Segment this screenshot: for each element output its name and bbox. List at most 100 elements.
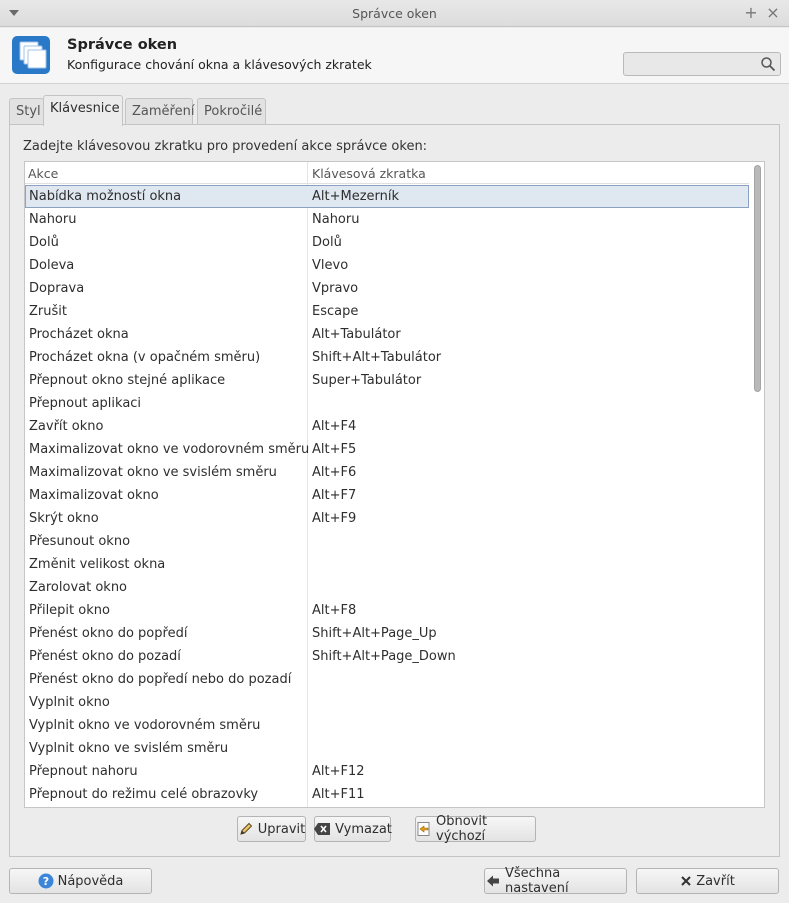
action-cell: Doleva: [29, 258, 75, 273]
shortcut-cell: Alt+F12: [312, 764, 365, 779]
tab-styl[interactable]: Styl: [9, 98, 44, 125]
action-cell: Maximalizovat okno: [29, 488, 159, 503]
shortcut-row[interactable]: Přepnout nahoru Alt+F12: [25, 760, 749, 783]
shortcut-cell: Shift+Alt+Page_Down: [312, 649, 456, 664]
action-cell: Vyplnit okno ve vodorovném směru: [29, 718, 261, 733]
action-cell: Nabídka možností okna: [29, 189, 182, 204]
action-cell: Přepnout okno stejné aplikace: [29, 373, 226, 388]
shortcut-row[interactable]: Přepnout aplikaci: [25, 392, 749, 415]
shortcut-row[interactable]: Doleva Vlevo: [25, 254, 749, 277]
close-icon: [681, 876, 691, 886]
action-cell: Přenést okno do popředí nebo do pozadí: [29, 672, 292, 687]
tab-klavesnice[interactable]: Klávesnice: [43, 95, 123, 126]
close-window-icon[interactable]: ×: [765, 4, 781, 22]
tab-zamereni[interactable]: Zaměření: [125, 98, 194, 125]
vertical-scrollbar[interactable]: [754, 165, 761, 392]
action-cell: Zrušit: [29, 304, 67, 319]
dialog-header: Správce oken Konfigurace chování okna a …: [0, 28, 789, 84]
list-header: Akce Klávesová zkratka: [25, 162, 749, 184]
action-cell: Procházet okna (v opačném směru): [29, 350, 261, 365]
shortcut-row[interactable]: Nahoru Nahoru: [25, 208, 749, 231]
window-title: Správce oken: [352, 6, 437, 21]
action-cell: Skrýt okno: [29, 511, 99, 526]
help-button-label: Nápověda: [57, 873, 124, 889]
pencil-icon: [240, 822, 252, 835]
shortcut-row[interactable]: Maximalizovat okno ve svislém směru Alt+F…: [25, 461, 749, 484]
pin-icon[interactable]: +: [743, 4, 759, 22]
shortcut-row[interactable]: Dolů Dolů: [25, 231, 749, 254]
window-titlebar: Správce oken + ×: [0, 0, 789, 27]
close-button-label: Zavřít: [696, 873, 735, 889]
shortcut-rows: Nabídka možností okna Alt+Mezerník Nahoru N…: [25, 185, 749, 806]
shortcut-cell: Alt+Tabulátor: [312, 327, 401, 342]
reset-defaults-button[interactable]: Obnovit výchozí: [415, 814, 536, 844]
shortcut-cell: Vpravo: [312, 281, 359, 296]
shortcut-cell: Shift+Alt+Page_Up: [312, 626, 437, 641]
shortcut-cell: Super+Tabulátor: [312, 373, 422, 388]
shortcut-row[interactable]: Skrýt okno Alt+F9: [25, 507, 749, 530]
shortcut-row[interactable]: Přilepit okno Alt+F8: [25, 599, 749, 622]
shortcut-row[interactable]: Přenést okno do pozadí Shift+Alt+Page_Dow…: [25, 645, 749, 668]
shortcut-row[interactable]: Vyplnit okno ve svislém směru: [25, 737, 749, 760]
backspace-icon: [314, 823, 331, 835]
shortcut-row[interactable]: Doprava Vpravo: [25, 277, 749, 300]
action-cell: Zarolovat okno: [29, 580, 128, 595]
revert-icon: [417, 822, 430, 836]
action-cell: Přepnout aplikaci: [29, 396, 142, 411]
shortcut-cell: Alt+F8: [312, 603, 357, 618]
search-icon[interactable]: [760, 56, 776, 72]
help-icon: ?: [38, 873, 54, 889]
all-settings-button[interactable]: Všechna nastavení: [484, 866, 627, 896]
shortcut-row[interactable]: Přesunout okno: [25, 530, 749, 553]
action-cell: Přepnout do režimu celé obrazovky: [29, 787, 259, 802]
shortcut-row[interactable]: Maximalizovat okno Alt+F7: [25, 484, 749, 507]
action-cell: Přenést okno do popředí: [29, 626, 188, 641]
action-cell: Nahoru: [29, 212, 77, 227]
shortcut-cell: Alt+F4: [312, 419, 357, 434]
action-cell: Přesunout okno: [29, 534, 131, 549]
action-cell: Dolů: [29, 235, 59, 250]
action-cell: Procházet okna: [29, 327, 129, 342]
shortcut-row[interactable]: Procházet okna (v opačném směru) Shift+Al…: [25, 346, 749, 369]
action-cell: Změnit velikost okna: [29, 557, 166, 572]
column-header-shortcut[interactable]: Klávesová zkratka: [312, 166, 426, 181]
shortcut-cell: Alt+F5: [312, 442, 357, 457]
edit-button-label: Upravit: [257, 821, 306, 837]
shortcut-row[interactable]: Procházet okna Alt+Tabulátor: [25, 323, 749, 346]
action-cell: Maximalizovat okno ve vodorovném směru: [29, 442, 310, 457]
action-cell: Přenést okno do pozadí: [29, 649, 181, 664]
shortcut-cell: Vlevo: [312, 258, 349, 273]
shortcut-row[interactable]: Maximalizovat okno ve vodorovném směru Al…: [25, 438, 749, 461]
shortcut-row[interactable]: Nabídka možností okna Alt+Mezerník: [25, 185, 749, 208]
shortcut-row[interactable]: Vyplnit okno: [25, 691, 749, 714]
tab-pokrocile[interactable]: Pokročilé: [197, 98, 266, 125]
close-button[interactable]: Zavřít: [636, 868, 779, 894]
shortcut-cell: Nahoru: [312, 212, 360, 227]
help-button[interactable]: ? Nápověda: [9, 868, 152, 894]
shortcut-row[interactable]: Zrušit Escape: [25, 300, 749, 323]
action-cell: Zavřít okno: [29, 419, 104, 434]
reset-defaults-button-label: Obnovit výchozí: [436, 814, 488, 844]
shortcut-row[interactable]: Zavřít okno Alt+F4: [25, 415, 749, 438]
shortcut-cell: Alt+F9: [312, 511, 357, 526]
column-header-action[interactable]: Akce: [28, 166, 58, 181]
clear-button[interactable]: Vymazat: [314, 816, 392, 842]
shortcut-row[interactable]: Přepnout do režimu celé obrazovky Alt+F11: [25, 783, 749, 806]
shortcut-row[interactable]: Vyplnit okno ve vodorovném směru: [25, 714, 749, 737]
shortcut-row[interactable]: Přenést okno do popředí Shift+Alt+Page_Up: [25, 622, 749, 645]
shortcut-row[interactable]: Zarolovat okno: [25, 576, 749, 599]
svg-text:?: ?: [42, 875, 48, 888]
search-input[interactable]: [623, 52, 781, 76]
action-cell: Přepnout nahoru: [29, 764, 138, 779]
shortcut-row[interactable]: Přenést okno do popředí nebo do pozadí: [25, 668, 749, 691]
instruction-label: Zadejte klávesovou zkratku pro provedení…: [23, 139, 428, 154]
edit-button[interactable]: Upravit: [237, 816, 306, 842]
action-cell: Maximalizovat okno ve svislém směru: [29, 465, 277, 480]
shortcut-list[interactable]: Akce Klávesová zkratka Nabídka možností …: [24, 161, 765, 808]
clear-button-label: Vymazat: [335, 821, 392, 837]
shortcut-cell: Escape: [312, 304, 359, 319]
shortcut-row[interactable]: Přepnout okno stejné aplikace Super+Tabul…: [25, 369, 749, 392]
shortcut-row[interactable]: Změnit velikost okna: [25, 553, 749, 576]
shortcut-cell: Alt+F11: [312, 787, 365, 802]
dialog-subtitle: Konfigurace chování okna a klávesových z…: [67, 57, 372, 72]
